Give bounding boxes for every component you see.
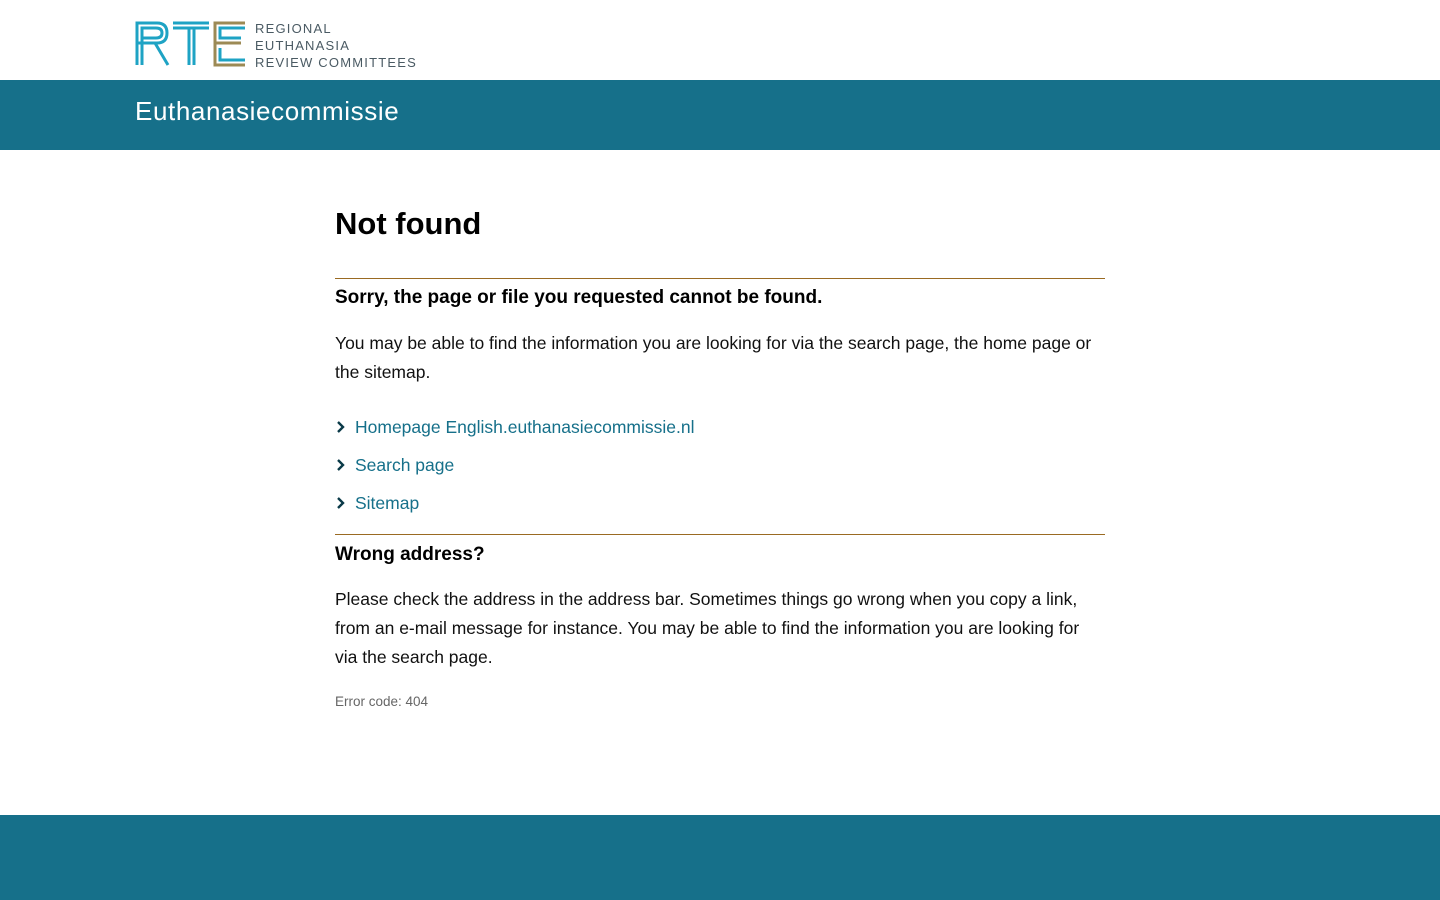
chevron-right-icon bbox=[337, 421, 345, 433]
top-header: REGIONAL EUTHANASIA REVIEW COMMITTEES bbox=[0, 0, 1440, 80]
search-page-link[interactable]: Search page bbox=[335, 455, 454, 476]
chevron-right-icon bbox=[337, 459, 345, 471]
rte-logo-icon bbox=[135, 21, 245, 67]
section-divider bbox=[335, 534, 1105, 535]
section-heading-not-found: Sorry, the page or file you requested ca… bbox=[335, 287, 823, 308]
page-footer bbox=[0, 815, 1440, 900]
logo-line-3: REVIEW COMMITTEES bbox=[255, 55, 417, 70]
homepage-link-label: Homepage English.euthanasiecommissie.nl bbox=[355, 416, 695, 437]
sitemap-link-label: Sitemap bbox=[355, 492, 420, 513]
sitemap-link[interactable]: Sitemap bbox=[335, 493, 419, 514]
site-title-link[interactable]: Euthanasiecommissie bbox=[135, 96, 399, 127]
homepage-link[interactable]: Homepage English.euthanasiecommissie.nl bbox=[335, 417, 695, 438]
chevron-right-icon bbox=[337, 497, 345, 509]
list-item: Homepage English.euthanasiecommissie.nl bbox=[335, 408, 695, 446]
section-heading-wrong-address: Wrong address? bbox=[335, 544, 485, 565]
not-found-explanation: You may be able to find the information … bbox=[335, 333, 1092, 382]
section-divider bbox=[335, 278, 1105, 279]
rte-logo-link[interactable]: REGIONAL EUTHANASIA REVIEW COMMITTEES bbox=[135, 19, 417, 71]
wrong-address-explanation: Please check the address in the address … bbox=[335, 589, 1080, 667]
page-title: Not found bbox=[335, 206, 482, 241]
list-item: Search page bbox=[335, 446, 695, 484]
logo-line-2: EUTHANASIA bbox=[255, 38, 351, 53]
error-code: Error code: 404 bbox=[335, 694, 429, 709]
logo-line-1: REGIONAL bbox=[255, 21, 332, 36]
search-page-link-label: Search page bbox=[355, 454, 455, 475]
logo-wordmark: REGIONAL EUTHANASIA REVIEW COMMITTEES bbox=[255, 20, 417, 71]
list-item: Sitemap bbox=[335, 484, 695, 522]
helpful-links-list: Homepage English.euthanasiecommissie.nl … bbox=[335, 408, 695, 522]
